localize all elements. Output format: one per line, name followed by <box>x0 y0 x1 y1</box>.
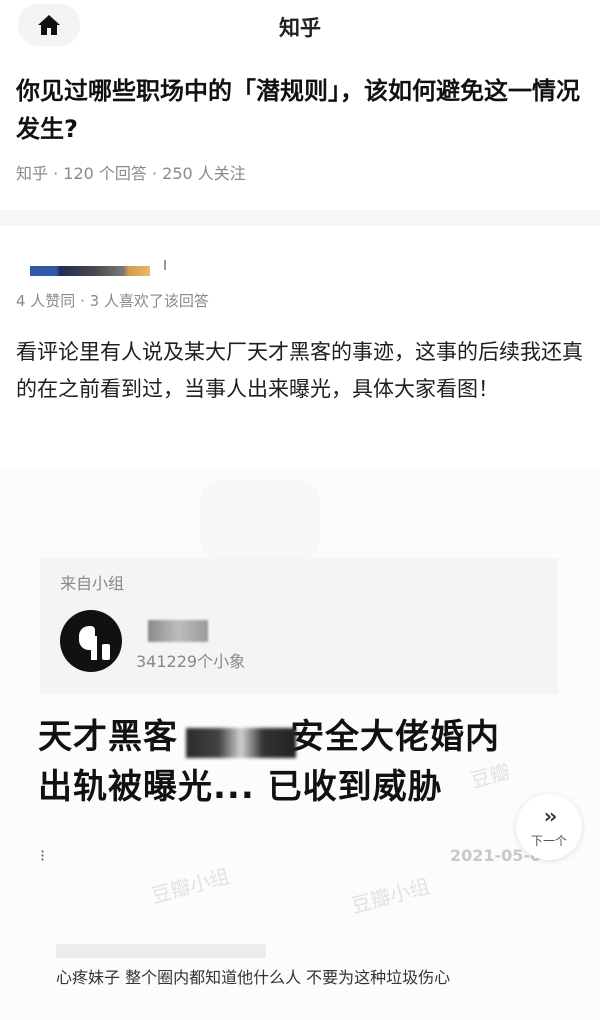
author-name-redacted[interactable] <box>30 266 150 276</box>
chevrons-right-icon: ›› <box>543 804 557 828</box>
watermark: 豆瓣小组 <box>148 864 233 908</box>
embedded-screenshot: 来自小组 341229个小象 天才黑客 安全大佬婚内 出轨被曝光... 已收到威胁… <box>0 470 600 1020</box>
answer-meta: 4 人赞同 · 3 人喜欢了该回答 <box>16 292 209 310</box>
elephant-icon <box>60 610 122 672</box>
commenter-redacted <box>56 944 266 958</box>
next-button[interactable]: ›› 下一个 <box>516 794 582 860</box>
author-badge <box>164 260 166 270</box>
question-meta: 知乎 · 120 个回答 · 250 人关注 <box>16 164 246 183</box>
next-label: 下一个 <box>530 834 567 848</box>
group-card: 来自小组 341229个小象 <box>40 558 558 694</box>
answer-body: 看评论里有人说及某大厂天才黑客的事迹，这事的后续我还真的在之前看到过，当事人出来… <box>16 340 583 401</box>
post-title-part-c: 出轨被曝光... 已收到威胁 <box>38 767 443 807</box>
group-label: 来自小组 <box>60 574 125 593</box>
section-divider <box>0 210 600 226</box>
comment-text: 心疼妹子 整个圈内都知道他什么人 不要为这种垃圾伤心 <box>56 968 451 987</box>
watermark: 豆瓣小组 <box>348 874 433 918</box>
post-title: 天才黑客 安全大佬婚内 出轨被曝光... 已收到威胁 <box>38 712 538 812</box>
post-title-part-a: 天才黑客 <box>38 717 178 757</box>
group-members: 341229个小象 <box>136 652 246 671</box>
app-title: 知乎 <box>279 16 321 40</box>
redaction-block <box>186 728 296 758</box>
top-nav-bar: 知乎 <box>0 0 600 52</box>
group-name-redacted <box>148 620 208 642</box>
question-title[interactable]: 你见过哪些职场中的「潜规则」，该如何避免这一情况发生? <box>16 72 586 148</box>
ghost-image <box>200 480 320 560</box>
avatar-fragment: ⁝ <box>40 846 46 865</box>
post-title-part-b: 安全大佬婚内 <box>290 717 500 757</box>
